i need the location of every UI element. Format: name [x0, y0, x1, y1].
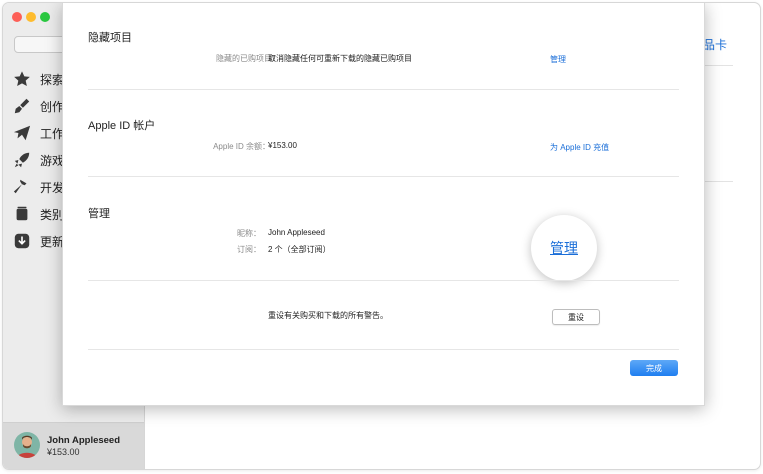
- avatar: [14, 432, 40, 458]
- close-window-button[interactable]: [12, 12, 22, 22]
- sidebar-item-work[interactable]: 工作: [13, 123, 64, 143]
- download-icon: [14, 233, 30, 249]
- hidden-purchases-label: 隐藏的已购项目：: [216, 54, 280, 63]
- hidden-items-title: 隐藏项目: [88, 32, 132, 44]
- paper-plane-icon: [13, 125, 31, 141]
- subscriptions-label: 订阅：: [237, 245, 261, 254]
- subscriptions-value: 2 个（全部订阅）: [268, 245, 331, 254]
- reset-warnings-text: 重设有关购买和下载的所有警告。: [268, 311, 388, 320]
- sidebar-item-label: 类别: [40, 207, 65, 222]
- manage-subscriptions-link[interactable]: 管理: [550, 238, 578, 258]
- user-balance: ¥153.00: [47, 447, 80, 457]
- divider: [88, 349, 679, 350]
- divider: [88, 176, 679, 177]
- sidebar-item-label: 游戏: [40, 153, 65, 168]
- sidebar-item-categories[interactable]: 类别: [13, 204, 64, 224]
- manage-hidden-link[interactable]: 管理: [550, 54, 566, 65]
- sidebar-item-develop[interactable]: 开发: [13, 177, 64, 197]
- apple-id-balance-label: Apple ID 余额：: [213, 142, 270, 151]
- sidebar-item-discover[interactable]: 探索: [13, 69, 64, 89]
- user-account[interactable]: John Appleseed ¥153.00: [3, 422, 144, 469]
- sidebar-item-label: 探索: [40, 72, 65, 87]
- nickname-value: John Appleseed: [268, 228, 325, 237]
- sidebar-item-create[interactable]: 创作: [13, 96, 64, 116]
- reset-button[interactable]: 重设: [552, 309, 600, 325]
- nickname-label: 昵称：: [237, 229, 261, 238]
- sidebar-item-label: 工作: [40, 126, 65, 141]
- sidebar-item-label: 开发: [40, 180, 65, 195]
- rocket-icon: [14, 152, 30, 168]
- hammer-icon: [13, 179, 27, 194]
- sidebar-item-play[interactable]: 游戏: [13, 150, 64, 170]
- sidebar-item-updates[interactable]: 更新: [13, 231, 64, 251]
- add-funds-link[interactable]: 为 Apple ID 充值: [550, 142, 609, 153]
- minimize-window-button[interactable]: [26, 12, 36, 22]
- apple-id-balance-value: ¥153.00: [268, 141, 297, 150]
- sidebar-item-label: 创作: [40, 99, 65, 114]
- stack-icon: [16, 206, 28, 221]
- done-button[interactable]: 完成: [630, 360, 678, 376]
- divider: [88, 89, 679, 90]
- user-name: John Appleseed: [47, 435, 121, 446]
- sidebar-item-label: 更新: [40, 234, 65, 249]
- brush-icon: [14, 98, 30, 114]
- manage-subscriptions-magnifier[interactable]: 管理: [531, 215, 597, 281]
- account-settings-sheet: 隐藏项目 隐藏的已购项目： 取消隐藏任何可重新下载的隐藏已购项目 管理 Appl…: [62, 3, 705, 406]
- app-window: 探索 创作 工作 游戏 开发 类别 更新 John Appleseed ¥153…: [2, 2, 761, 470]
- hidden-purchases-value: 取消隐藏任何可重新下载的隐藏已购项目: [268, 54, 412, 63]
- reset-button-label: 重设: [568, 312, 584, 322]
- star-icon: [14, 71, 30, 87]
- zoom-window-button[interactable]: [40, 12, 50, 22]
- done-button-label: 完成: [646, 363, 662, 373]
- divider: [88, 280, 679, 281]
- manage-title: 管理: [88, 208, 110, 220]
- apple-id-title: Apple ID 帐户: [88, 120, 156, 132]
